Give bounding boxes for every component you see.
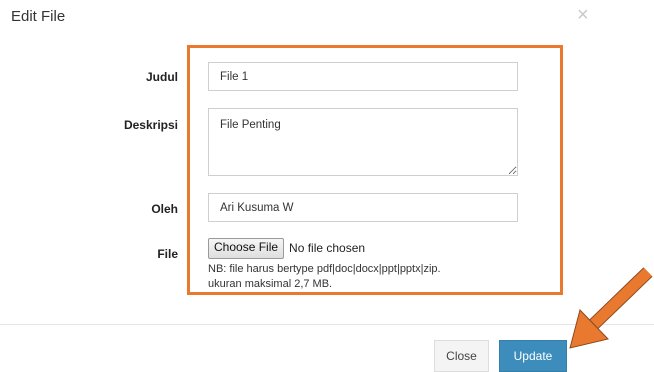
judul-label: Judul xyxy=(146,70,178,84)
file-input: Choose File No file chosen xyxy=(208,237,366,259)
deskripsi-textarea[interactable]: File Penting xyxy=(208,108,518,176)
file-status-text: No file chosen xyxy=(289,241,366,255)
close-button[interactable]: Close xyxy=(434,340,489,372)
close-icon[interactable]: × xyxy=(577,3,589,27)
oleh-label: Oleh xyxy=(151,202,178,216)
oleh-input[interactable] xyxy=(208,193,518,222)
arrow-pointing-to-update-icon xyxy=(569,267,653,349)
deskripsi-label: Deskripsi xyxy=(123,118,178,132)
file-help-text: NB: file harus bertype pdf|doc|docx|ppt|… xyxy=(208,262,548,292)
file-type-note: NB: file harus bertype pdf|doc|docx|ppt|… xyxy=(208,263,441,275)
modal-title: Edit File xyxy=(11,8,66,25)
choose-file-button[interactable]: Choose File xyxy=(208,237,285,259)
file-label: File xyxy=(157,247,178,261)
footer-divider xyxy=(0,324,654,325)
update-button[interactable]: Update xyxy=(499,340,567,372)
file-size-note: ukuran maksimal 2,7 MB. xyxy=(208,278,333,290)
judul-input[interactable] xyxy=(208,62,518,91)
